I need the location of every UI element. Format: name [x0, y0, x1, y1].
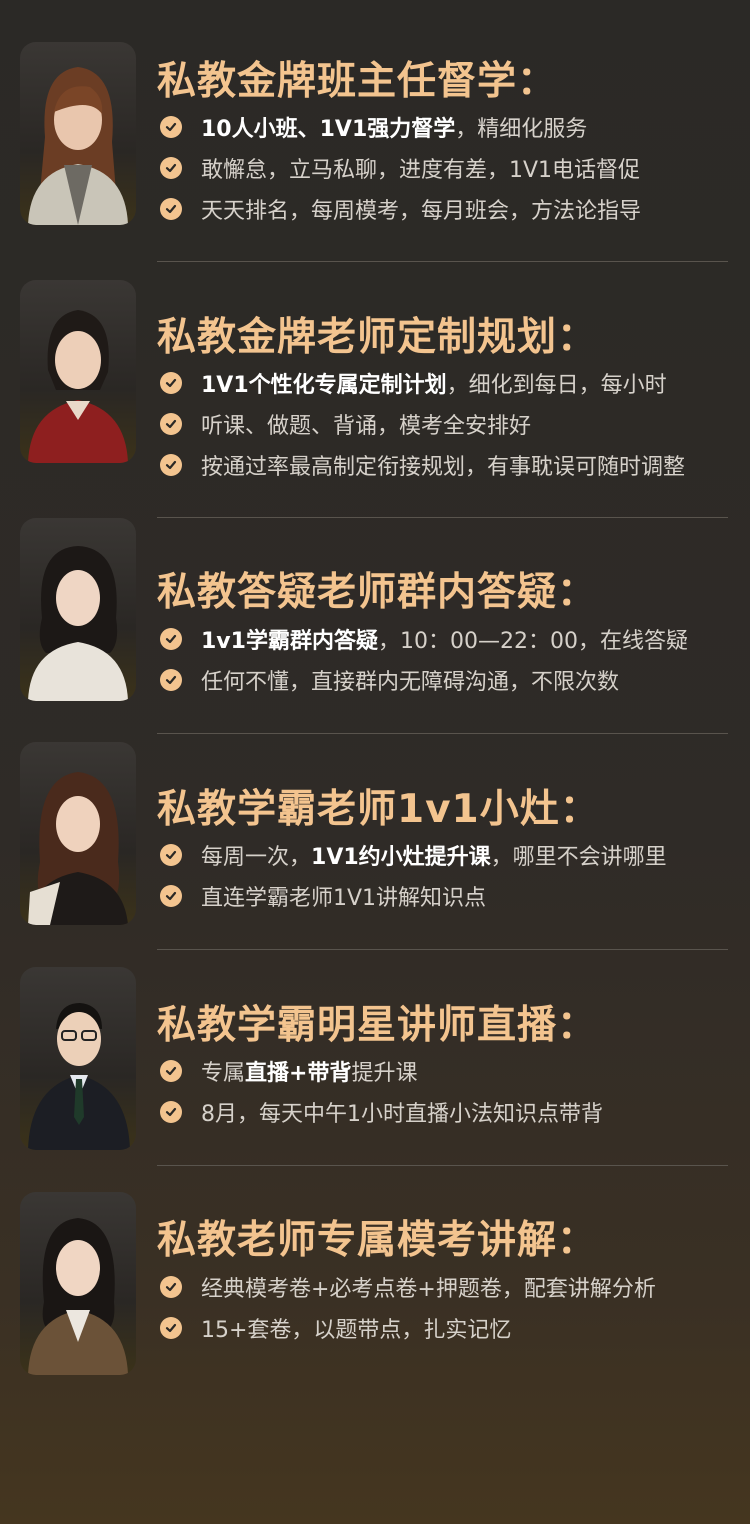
- bullet-item: 经典模考卷+必考点卷+押题卷，配套讲解分析: [160, 1266, 656, 1307]
- bullet-text: ，细化到每日，每小时: [446, 372, 667, 398]
- bullet-item: 听课、做题、背诵，模考全安排好: [160, 403, 685, 444]
- bullet-item: 1V1个性化专属定制计划 ，细化到每日，每小时: [160, 362, 685, 403]
- section-title: 私教老师专属模考讲解：: [157, 1218, 598, 1263]
- section-title: 私教学霸明星讲师直播：: [157, 1003, 598, 1048]
- bullet-highlight: 10人小班、1V1强力督学: [201, 116, 456, 142]
- bullet-list: 经典模考卷+必考点卷+押题卷，配套讲解分析 15+套卷，以题带点，扎实记忆: [160, 1266, 656, 1348]
- divider: [157, 733, 728, 734]
- divider: [157, 261, 728, 262]
- bullet-item: 敢懈怠，立马私聊，进度有差，1V1电话督促: [160, 147, 641, 188]
- section-title: 私教金牌班主任督学：: [157, 59, 558, 104]
- bullet-text: 按通过率最高制定衔接规划，有事耽误可随时调整: [201, 454, 686, 480]
- check-icon: [160, 843, 182, 866]
- bullet-text: ，精细化服务: [455, 116, 588, 142]
- teacher-photo: [20, 280, 136, 463]
- bullet-text: 经典模考卷+必考点卷+押题卷，配套讲解分析: [201, 1276, 656, 1302]
- check-icon: [160, 1316, 182, 1339]
- teacher-photo: [20, 742, 136, 925]
- divider: [157, 1165, 728, 1166]
- bullet-text: 天天排名，每周模考，每月班会，方法论指导: [201, 198, 642, 224]
- bullet-highlight: 1V1约小灶提升课: [311, 844, 491, 870]
- teacher-photo: [20, 967, 136, 1150]
- teacher-photo: [20, 1192, 136, 1375]
- section-title: 私教答疑老师群内答疑：: [157, 570, 598, 615]
- bullet-text-prefix: 专属: [201, 1060, 246, 1086]
- check-icon: [160, 412, 182, 435]
- check-icon: [160, 884, 182, 907]
- bullet-highlight: 1v1学霸群内答疑: [201, 628, 378, 654]
- bullet-item: 按通过率最高制定衔接规划，有事耽误可随时调整: [160, 444, 685, 485]
- bullet-item: 15+套卷，以题带点，扎实记忆: [160, 1307, 656, 1348]
- teacher-photo: [20, 42, 136, 225]
- bullet-highlight: 直播+带背: [245, 1060, 352, 1086]
- bullet-item: 10人小班、1V1强力督学 ，精细化服务: [160, 106, 641, 147]
- bullet-list: 1v1学霸群内答疑 ，10：00—22：00，在线答疑 任何不懂，直接群内无障碍沟…: [160, 618, 688, 700]
- bullet-text: ，10：00—22：00，在线答疑: [377, 628, 688, 654]
- bullet-item: 任何不懂，直接群内无障碍沟通，不限次数: [160, 659, 688, 700]
- bullet-highlight: 1V1个性化专属定制计划: [201, 372, 447, 398]
- section-title: 私教学霸老师1v1小灶：: [157, 787, 600, 832]
- bullet-item: 专属 直播+带背 提升课: [160, 1050, 603, 1091]
- divider: [157, 517, 728, 518]
- check-icon: [160, 156, 182, 179]
- check-icon: [160, 197, 182, 220]
- check-icon: [160, 115, 182, 138]
- bullet-item: 每周一次， 1V1约小灶提升课 ，哪里不会讲哪里: [160, 834, 667, 875]
- teacher-photo: [20, 518, 136, 701]
- bullet-item: 1v1学霸群内答疑 ，10：00—22：00，在线答疑: [160, 618, 688, 659]
- check-icon: [160, 371, 182, 394]
- bullet-text: 15+套卷，以题带点，扎实记忆: [201, 1317, 512, 1343]
- bullet-item: 8月，每天中午1小时直播小法知识点带背: [160, 1091, 603, 1132]
- bullet-list: 专属 直播+带背 提升课 8月，每天中午1小时直播小法知识点带背: [160, 1050, 603, 1132]
- check-icon: [160, 453, 182, 476]
- check-icon: [160, 1100, 182, 1123]
- check-icon: [160, 1059, 182, 1082]
- bullet-text: 敢懈怠，立马私聊，进度有差，1V1电话督促: [201, 157, 641, 183]
- bullet-list: 每周一次， 1V1约小灶提升课 ，哪里不会讲哪里 直连学霸老师1V1讲解知识点: [160, 834, 667, 916]
- bullet-text: 直连学霸老师1V1讲解知识点: [201, 885, 487, 911]
- bullet-item: 直连学霸老师1V1讲解知识点: [160, 875, 667, 916]
- bullet-list: 1V1个性化专属定制计划 ，细化到每日，每小时 听课、做题、背诵，模考全安排好 按…: [160, 362, 685, 485]
- section-title: 私教金牌老师定制规划：: [157, 315, 598, 360]
- bullet-list: 10人小班、1V1强力督学 ，精细化服务 敢懈怠，立马私聊，进度有差，1V1电话督…: [160, 106, 641, 229]
- bullet-item: 天天排名，每周模考，每月班会，方法论指导: [160, 188, 641, 229]
- bullet-text: 任何不懂，直接群内无障碍沟通，不限次数: [201, 669, 620, 695]
- divider: [157, 949, 728, 950]
- bullet-text: 8月，每天中午1小时直播小法知识点带背: [201, 1101, 603, 1127]
- bullet-text-prefix: 每周一次，: [201, 844, 312, 870]
- bullet-text: ，哪里不会讲哪里: [490, 844, 667, 870]
- check-icon: [160, 668, 182, 691]
- check-icon: [160, 627, 182, 650]
- bullet-text: 听课、做题、背诵，模考全安排好: [201, 413, 532, 439]
- check-icon: [160, 1275, 182, 1298]
- bullet-text: 提升课: [351, 1060, 418, 1086]
